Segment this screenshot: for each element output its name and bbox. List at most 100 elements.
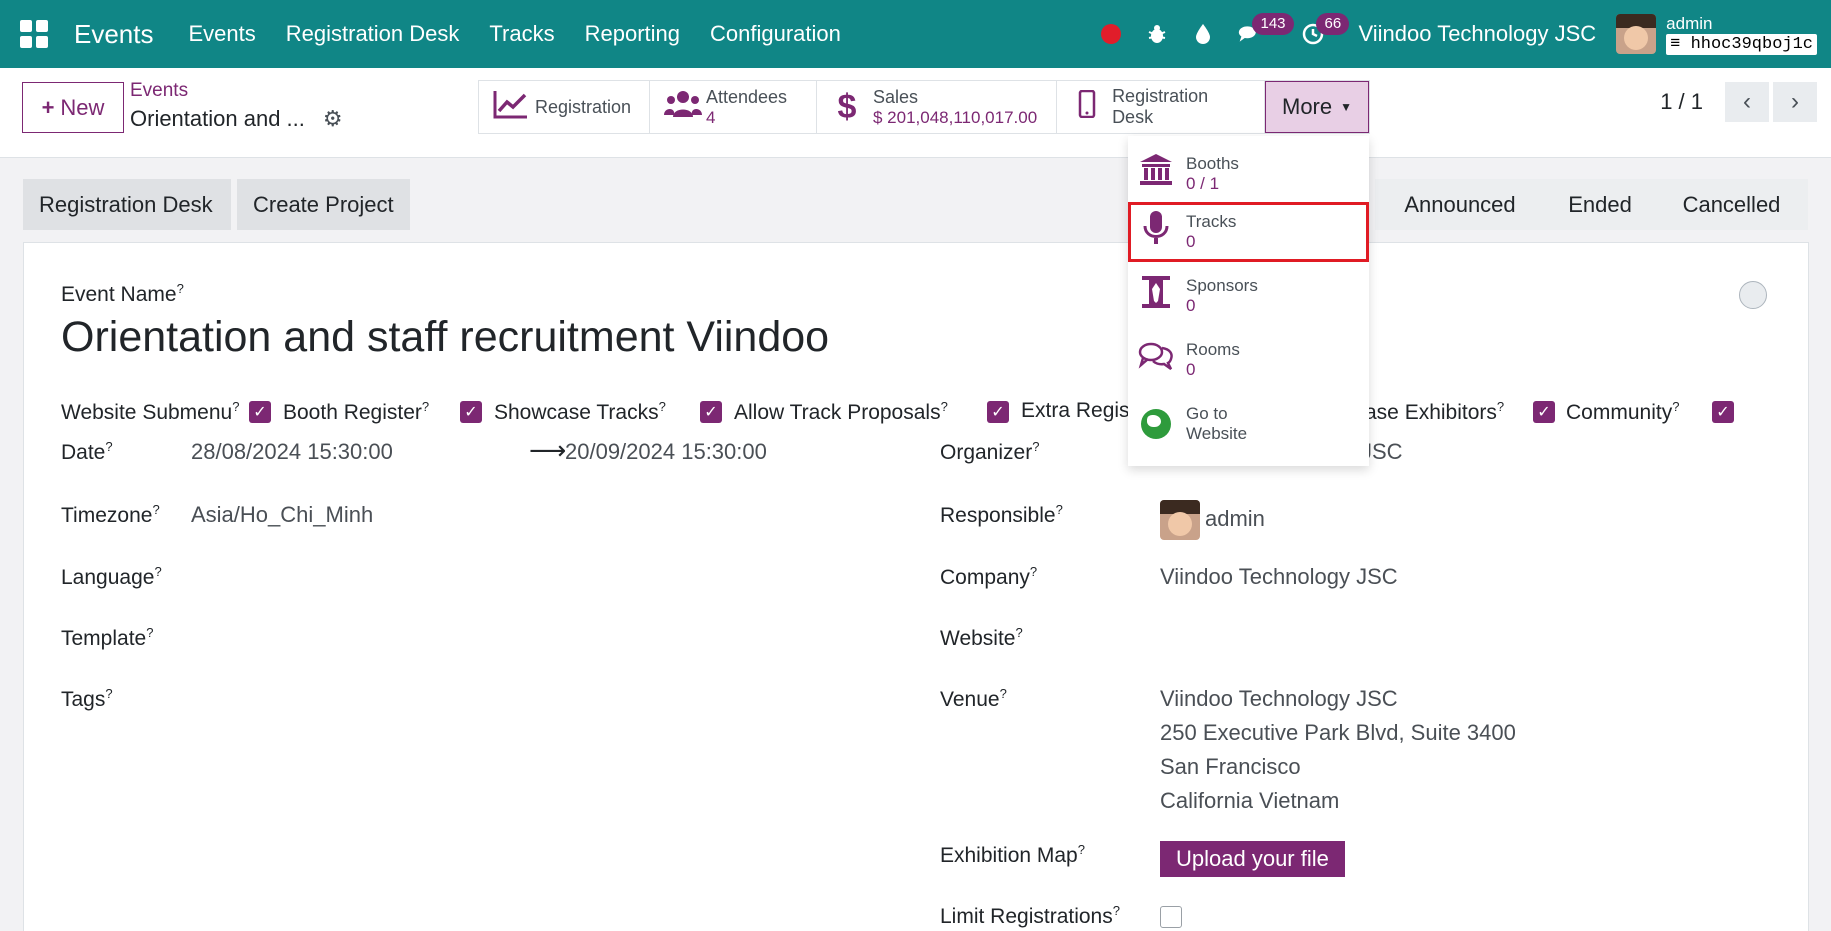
- plus-icon: +: [41, 94, 55, 120]
- venue-label: Venue?: [940, 686, 1007, 711]
- organizer-label: Organizer?: [940, 439, 1040, 464]
- go-to-label: Go to: [1186, 404, 1228, 423]
- activities-badge: 66: [1316, 13, 1350, 35]
- new-button[interactable]: + New: [22, 82, 124, 133]
- stage-ended[interactable]: Ended: [1545, 179, 1655, 230]
- registration-smart-button[interactable]: Registration: [479, 81, 650, 133]
- date-start-field[interactable]: 28/08/2024 15:30:00: [191, 439, 393, 465]
- sponsors-menu-item[interactable]: Sponsors 0: [1128, 266, 1369, 326]
- more-button[interactable]: More ▼: [1265, 81, 1370, 133]
- website-submenu-label: Website Submenu?: [61, 399, 240, 424]
- timezone-label-text: Timezone: [61, 504, 153, 527]
- breadcrumb-parent[interactable]: Events: [130, 80, 343, 102]
- apps-menu-icon[interactable]: [20, 20, 48, 48]
- booth-register-text: Booth Register: [283, 401, 422, 424]
- stage-cancelled[interactable]: Cancelled: [1655, 179, 1808, 230]
- booths-count: 0 / 1: [1186, 174, 1220, 193]
- chat-icon[interactable]: 143: [1238, 13, 1294, 45]
- smart-buttons: Registration Attendees 4 $ Sales $ 201,0…: [478, 80, 1371, 134]
- arrow-right-icon: ⟶: [529, 435, 567, 465]
- pager-value[interactable]: 1 / 1: [1660, 89, 1703, 115]
- extra-registration-text: Extra Regis: [1021, 399, 1130, 422]
- responsible-field[interactable]: admin: [1205, 506, 1265, 532]
- timezone-field[interactable]: Asia/Ho_Chi_Minh: [191, 502, 373, 528]
- kanban-state-icon[interactable]: [1739, 281, 1767, 309]
- app-brand[interactable]: Events: [74, 19, 154, 50]
- showcase-exhibitors-checkbox[interactable]: ✓: [1533, 401, 1555, 423]
- tags-label: Tags?: [61, 686, 113, 711]
- website-submenu-checkbox[interactable]: ✓: [249, 401, 271, 423]
- booth-register-label: Booth Register?: [283, 399, 430, 424]
- website-label-text: Website: [940, 627, 1016, 650]
- dollar-icon: $: [837, 87, 857, 126]
- drop-icon[interactable]: [1192, 23, 1214, 45]
- registration-desk-smart-button[interactable]: Registration Desk: [1057, 81, 1265, 133]
- extra-registration-label: Extra Regis: [1021, 399, 1130, 423]
- rooms-label: Rooms: [1186, 340, 1240, 359]
- menu-events[interactable]: Events: [174, 21, 271, 47]
- create-project-button[interactable]: Create Project: [237, 179, 410, 230]
- top-navbar: Events Events Registration Desk Tracks R…: [0, 0, 1831, 68]
- company-label: Company?: [940, 564, 1038, 589]
- responsible-label-text: Responsible: [940, 504, 1056, 527]
- pager-previous-button[interactable]: ‹: [1725, 82, 1769, 122]
- venue-line[interactable]: Viindoo Technology JSC: [1160, 686, 1398, 712]
- record-icon[interactable]: [1100, 23, 1122, 45]
- booth-register-checkbox[interactable]: ✓: [460, 401, 482, 423]
- rooms-count: 0: [1186, 360, 1196, 379]
- template-label-text: Template: [61, 627, 147, 650]
- stage-announced[interactable]: Announced: [1375, 179, 1545, 230]
- booths-menu-item[interactable]: Booths 0 / 1: [1128, 144, 1369, 204]
- database-name-text: hhoc39qboj1c: [1690, 34, 1813, 54]
- responsible-avatar: [1160, 500, 1200, 540]
- menu-tracks[interactable]: Tracks: [474, 21, 569, 47]
- allow-track-proposals-checkbox[interactable]: ✓: [987, 401, 1009, 423]
- exhibition-map-label-text: Exhibition Map: [940, 844, 1078, 867]
- showcase-tracks-checkbox[interactable]: ✓: [700, 401, 722, 423]
- user-name: admin: [1666, 13, 1713, 33]
- menu-configuration[interactable]: Configuration: [695, 21, 856, 47]
- attendees-smart-button[interactable]: Attendees 4: [650, 81, 817, 133]
- bug-icon[interactable]: [1146, 23, 1168, 45]
- pager: 1 / 1 ‹ ›: [1660, 82, 1817, 122]
- menu-registration-desk[interactable]: Registration Desk: [271, 21, 475, 47]
- timezone-label: Timezone?: [61, 502, 160, 527]
- go-to-website-menu-item[interactable]: Go to Website: [1128, 394, 1369, 454]
- template-label: Template?: [61, 625, 154, 650]
- allow-track-proposals-label: Allow Track Proposals?: [734, 399, 948, 424]
- sales-amount: $ 201,048,110,017.00: [873, 107, 1038, 127]
- company-switcher[interactable]: Viindoo Technology JSC: [1358, 21, 1596, 47]
- event-name-field[interactable]: Orientation and staff recruitment Viindo…: [61, 313, 829, 362]
- user-menu[interactable]: admin ≡ hhoc39qboj1c: [1666, 14, 1817, 55]
- company-field[interactable]: Viindoo Technology JSC: [1160, 564, 1398, 590]
- sponsors-label: Sponsors: [1186, 276, 1258, 295]
- venue-line: California Vietnam: [1160, 788, 1340, 813]
- clock-icon[interactable]: 66: [1302, 13, 1350, 45]
- chart-line-icon: [493, 89, 527, 126]
- community-checkbox[interactable]: ✓: [1712, 401, 1734, 423]
- venue-line: 250 Executive Park Blvd, Suite 3400: [1160, 720, 1516, 745]
- sales-label: Sales: [873, 86, 919, 107]
- website-label: Website?: [940, 625, 1023, 650]
- caret-down-icon: ▼: [1340, 100, 1353, 114]
- showcase-tracks-label: Showcase Tracks?: [494, 399, 666, 424]
- messages-badge: 143: [1252, 13, 1294, 35]
- registration-desk-button[interactable]: Registration Desk: [23, 179, 231, 230]
- organizer-label-text: Organizer: [940, 441, 1033, 464]
- chevron-right-icon: ›: [1791, 88, 1799, 115]
- menu-reporting[interactable]: Reporting: [570, 21, 695, 47]
- new-button-label: New: [60, 94, 105, 120]
- upload-file-button[interactable]: Upload your file: [1160, 841, 1345, 877]
- sales-smart-button[interactable]: $ Sales $ 201,048,110,017.00: [817, 81, 1057, 133]
- user-avatar[interactable]: [1616, 14, 1657, 54]
- rooms-menu-item[interactable]: Rooms 0: [1128, 330, 1369, 390]
- company-label-text: Company: [940, 566, 1030, 589]
- limit-registrations-checkbox[interactable]: [1160, 906, 1182, 928]
- registration-label: Registration: [535, 96, 632, 117]
- date-end-field[interactable]: 20/09/2024 15:30:00: [565, 439, 767, 465]
- pager-next-button[interactable]: ›: [1773, 82, 1817, 122]
- gear-icon[interactable]: ⚙: [323, 106, 343, 132]
- globe-icon: [1136, 409, 1176, 439]
- rooms-icon: [1136, 341, 1176, 379]
- event-name-label: Event Name?: [61, 281, 184, 306]
